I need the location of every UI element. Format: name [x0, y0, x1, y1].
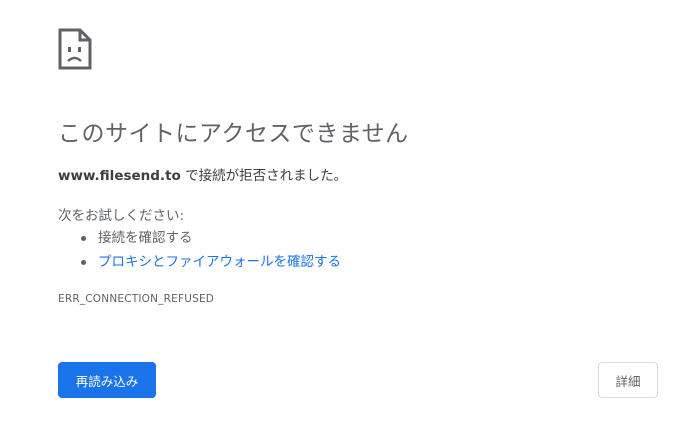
error-summary: www.filesend.to で接続が拒否されました。: [58, 164, 347, 184]
sad-page-icon: [58, 28, 92, 70]
error-code: ERR_CONNECTION_REFUSED: [58, 293, 215, 305]
suggestion-check-connection: 接続を確認する: [58, 226, 341, 250]
error-host: www.filesend.to: [58, 168, 181, 184]
details-button[interactable]: 詳細: [598, 362, 658, 398]
reload-button[interactable]: 再読み込み: [58, 362, 156, 398]
error-message: で接続が拒否されました。: [180, 168, 348, 184]
suggestions-list: 接続を確認する プロキシとファイアウォールを確認する: [58, 226, 341, 274]
bullet-icon: [81, 236, 86, 241]
error-page: このサイトにアクセスできません www.filesend.to で接続が拒否され…: [0, 0, 694, 440]
proxy-firewall-link[interactable]: プロキシとファイアウォールを確認する: [98, 254, 341, 270]
suggestion-label: 接続を確認する: [98, 230, 193, 246]
suggestion-check-proxy-firewall: プロキシとファイアウォールを確認する: [58, 250, 341, 274]
suggestions-intro: 次をお試しください:: [58, 208, 185, 224]
bullet-icon: [81, 260, 86, 265]
error-headline: このサイトにアクセスできません: [58, 121, 409, 147]
